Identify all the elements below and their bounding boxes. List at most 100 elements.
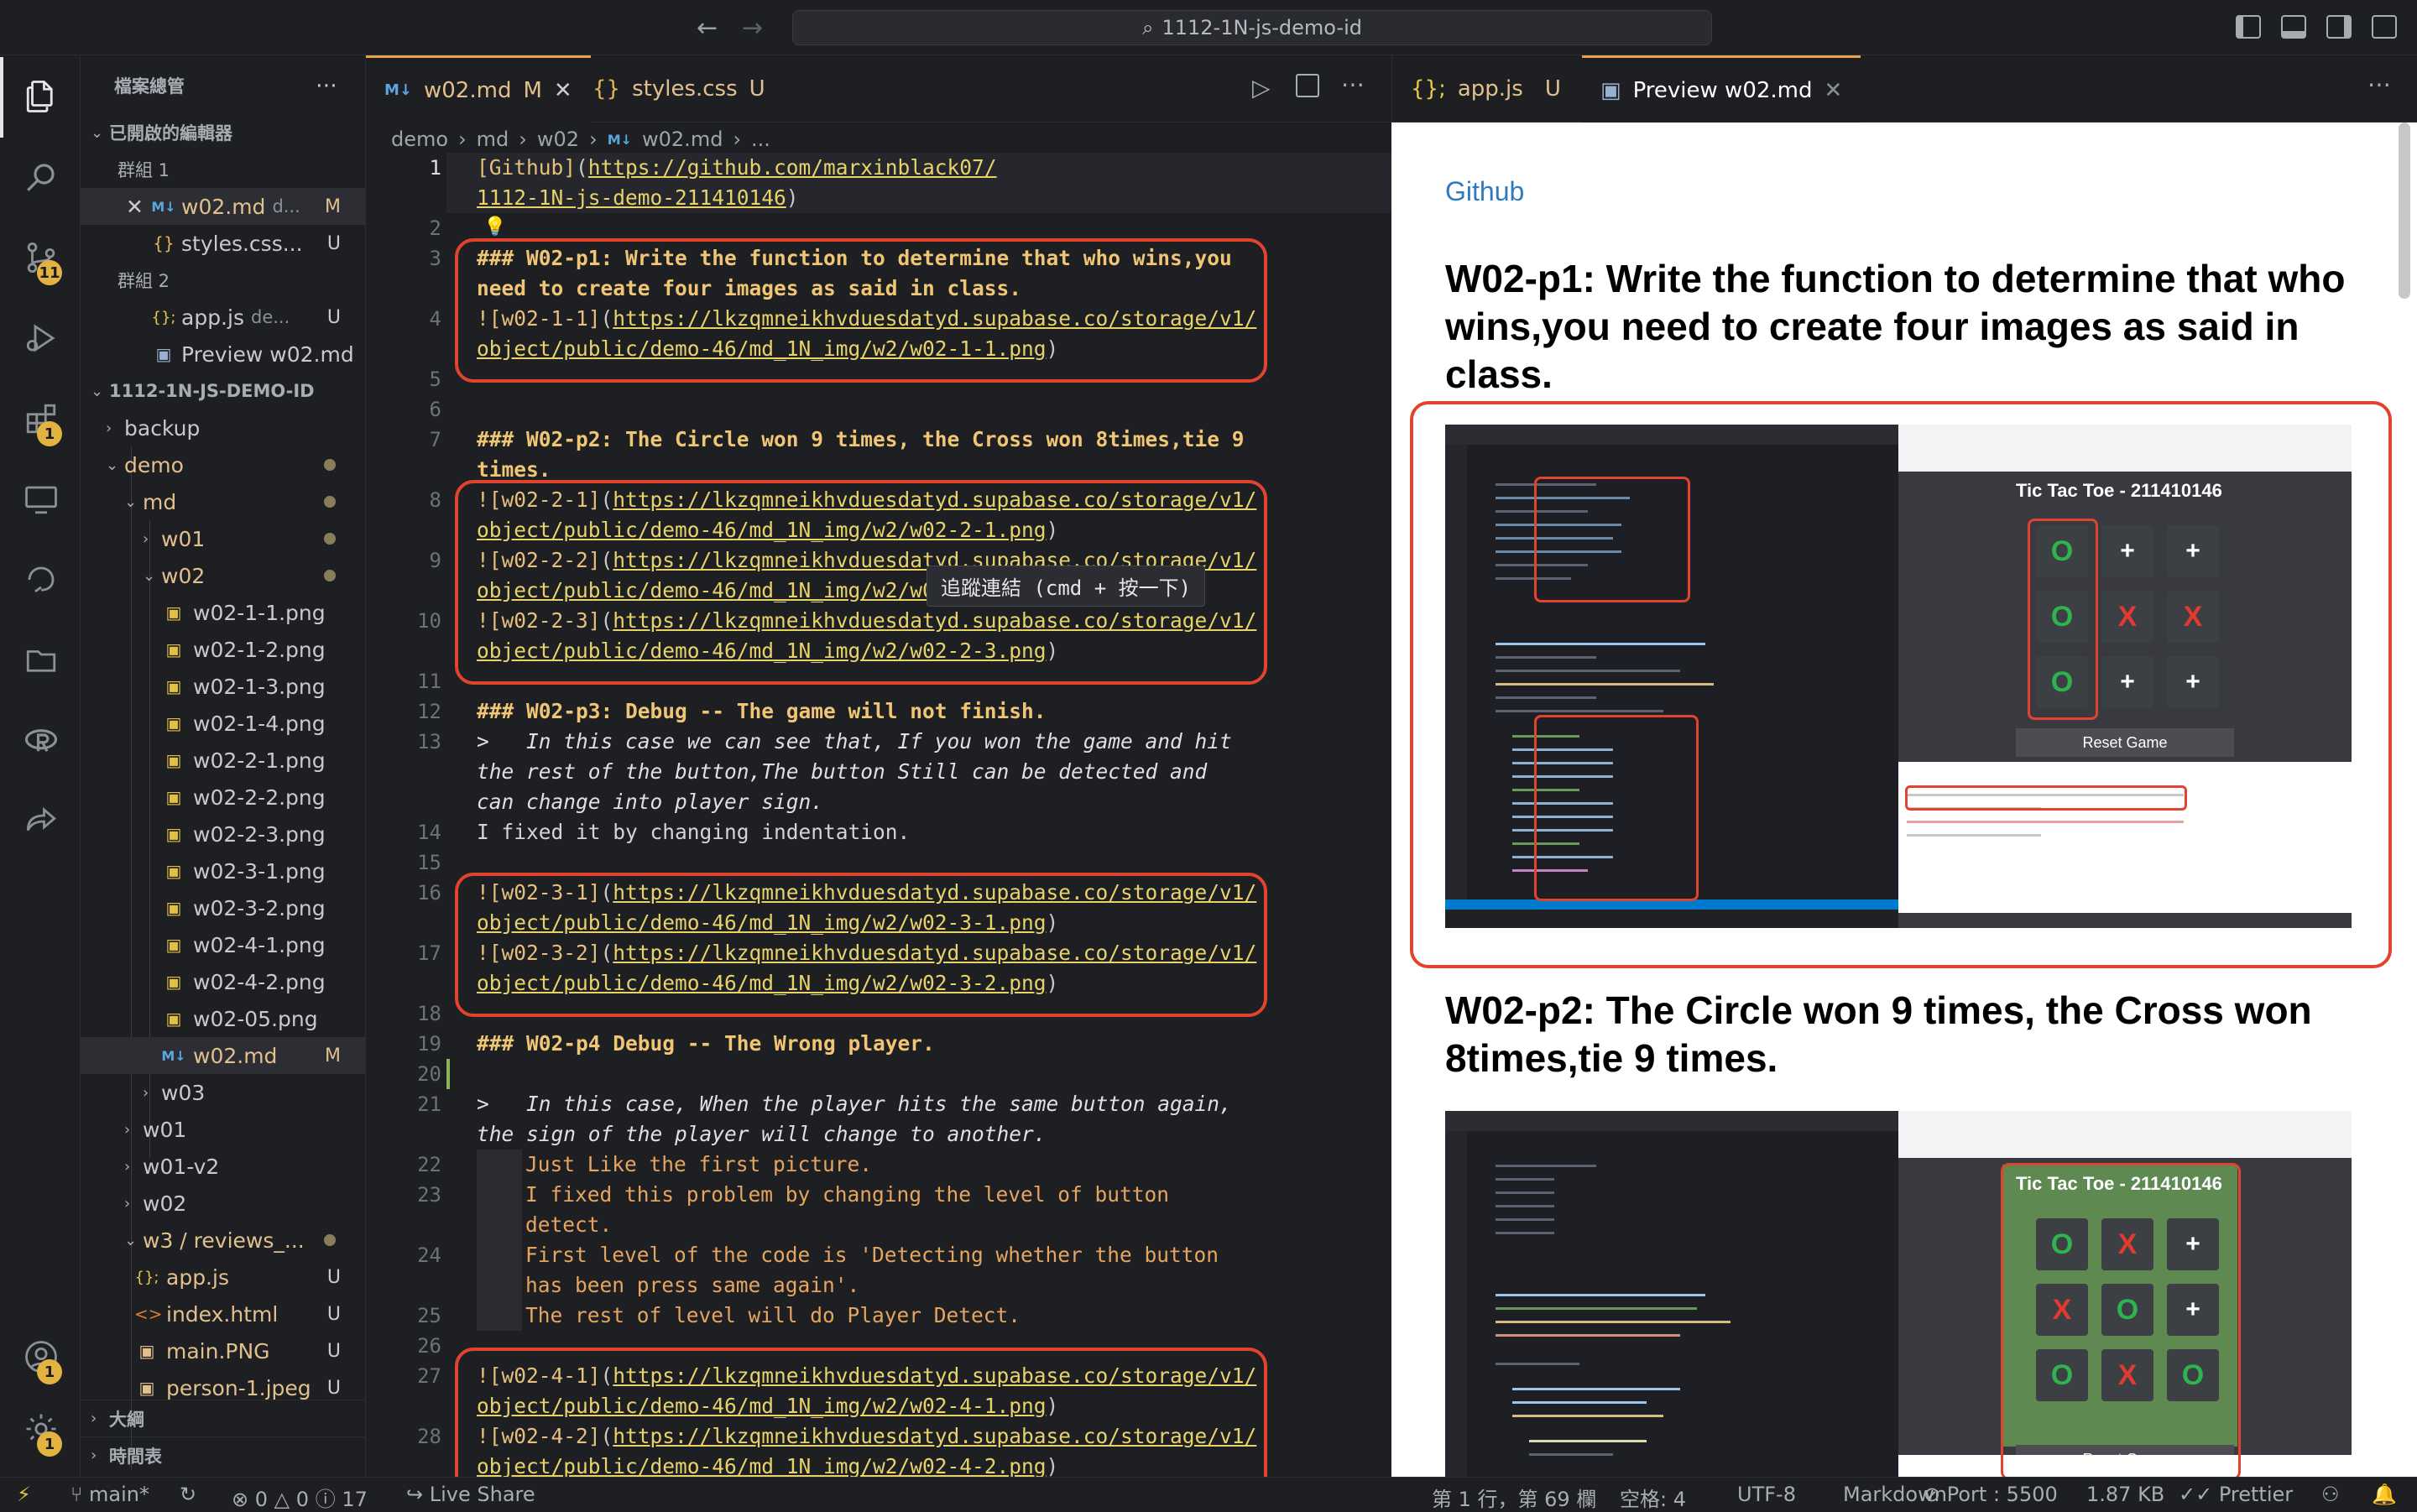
live-share-icon[interactable] xyxy=(23,804,59,839)
tree-folder-w01[interactable]: › w01 xyxy=(81,520,365,557)
tree-folder-demo[interactable]: ⌄ demo xyxy=(81,446,365,483)
search-icon: ⌕ xyxy=(1142,16,1154,39)
chevron-right-icon: › xyxy=(91,1410,97,1427)
tree-file-png[interactable]: ▣ w02-1-2.png xyxy=(81,631,365,668)
code-line: > In this case, When the player hits the… xyxy=(477,1092,1232,1116)
tree-file-png[interactable]: ▣ w02-4-1.png xyxy=(81,926,365,963)
line-number: 26 xyxy=(417,1334,441,1358)
breadcrumb-item[interactable]: w02 xyxy=(537,128,579,151)
code-editor[interactable]: 1 2 3 4 5 6 7 8 9 10 11 12 13 14 15 16 17 18 19 20 21 22 23 24 2… xyxy=(366,153,1391,1477)
run-icon[interactable]: ▷ xyxy=(1252,74,1271,102)
back-arrow-icon[interactable]: ← xyxy=(697,13,718,43)
toggle-secondary-sidebar-icon[interactable] xyxy=(2326,15,2352,39)
accounts-status-icon[interactable]: ⚇ xyxy=(2321,1483,2340,1506)
open-editor-appjs[interactable]: {}; app.js de... U xyxy=(81,299,365,336)
tree-file-png[interactable]: ▣ w02-3-1.png xyxy=(81,852,365,889)
timeline-header[interactable]: › 時間表 xyxy=(81,1436,365,1473)
live-share-button[interactable]: ↪ Live Share xyxy=(406,1483,535,1506)
github-link[interactable]: Github xyxy=(1445,176,1524,207)
toggle-primary-sidebar-icon[interactable] xyxy=(2236,15,2261,39)
tree-file-png[interactable]: ▣ w02-1-3.png xyxy=(81,668,365,705)
explorer-sidebar: 檔案總管 ⋯ ⌄ 已開啟的編輯器 群組 1 ✕ M↓ w02.md d... M… xyxy=(81,55,366,1477)
prettier-indicator[interactable]: ✓✓ Prettier xyxy=(2179,1483,2293,1506)
problems-indicator[interactable]: ⊗ 0 △ 0 ⓘ 17 xyxy=(232,1483,368,1512)
chevron-down-icon: ⌄ xyxy=(143,566,156,585)
tree-folder-w01-b[interactable]: › w01 xyxy=(81,1111,365,1148)
open-editor-preview[interactable]: ▣ Preview w02.md xyxy=(81,336,365,373)
tree-folder-w01-v2[interactable]: › w01-v2 xyxy=(81,1148,365,1185)
tree-file-png[interactable]: ▣ w02-05.png xyxy=(81,1000,365,1037)
tree-file-png[interactable]: ▣ w02-4-2.png xyxy=(81,963,365,1000)
annotation-box xyxy=(2001,1163,2241,1477)
breadcrumb-item[interactable]: ... xyxy=(751,128,770,151)
tree-file-png[interactable]: ▣ w02-2-2.png xyxy=(81,779,365,816)
more-actions-icon[interactable]: ⋯ xyxy=(2367,70,2391,98)
close-icon[interactable]: ✕ xyxy=(126,195,151,219)
close-icon[interactable]: ✕ xyxy=(1824,78,1843,103)
open-editor-styles[interactable]: {} styles.css... U xyxy=(81,225,365,262)
tree-file-png[interactable]: ▣ w02-2-3.png xyxy=(81,816,365,852)
tree-folder-w03[interactable]: › w03 xyxy=(81,1074,365,1111)
tab-styles-css[interactable]: {} styles.css U xyxy=(574,55,784,123)
image-file-icon: ▣ xyxy=(165,1009,182,1029)
cursor-position[interactable]: 第 1 行，第 69 欄 xyxy=(1432,1483,1596,1512)
tab-appjs[interactable]: {}; app.js U xyxy=(1392,55,1579,123)
open-editors-header[interactable]: ⌄ 已開啟的編輯器 xyxy=(81,114,365,151)
tab-preview-w02md[interactable]: ▣ Preview w02.md ✕ xyxy=(1582,55,1861,123)
outline-header[interactable]: › 大綱 xyxy=(81,1400,365,1436)
explorer-icon[interactable] xyxy=(23,79,59,114)
remote-explorer-icon[interactable] xyxy=(23,482,59,517)
command-center-search[interactable]: ⌕ 1112-1N-js-demo-id xyxy=(792,10,1712,45)
notifications-icon[interactable]: 🔔 xyxy=(2372,1483,2397,1506)
image-file-icon: ▣ xyxy=(165,861,182,881)
annotation-box xyxy=(455,1348,1267,1477)
sync-icon[interactable]: ↻ xyxy=(180,1483,196,1506)
tree-file-appjs[interactable]: {}; app.js U xyxy=(81,1259,365,1296)
testing-icon[interactable] xyxy=(23,562,59,597)
open-editor-w02md[interactable]: ✕ M↓ w02.md d... M xyxy=(81,188,365,225)
live-server-port[interactable]: ⊘ Port : 5500 xyxy=(1924,1483,2058,1506)
line-number: 16 xyxy=(417,881,441,905)
more-actions-icon[interactable]: ⋯ xyxy=(1341,70,1365,98)
tree-folder-w02-b[interactable]: › w02 xyxy=(81,1185,365,1222)
line-number: 23 xyxy=(417,1183,441,1207)
encoding[interactable]: UTF-8 xyxy=(1737,1483,1796,1506)
breadcrumb-item[interactable]: md xyxy=(477,128,509,151)
tab-w02md[interactable]: M↓ w02.md M ✕ xyxy=(366,55,591,123)
preview-scrollbar[interactable] xyxy=(2399,123,2410,299)
tree-file-png[interactable]: ▣ w02-1-1.png xyxy=(81,594,365,631)
indent-highlight xyxy=(477,1150,522,1331)
line-number: 24 xyxy=(417,1243,441,1267)
line-number: 4 xyxy=(429,307,441,331)
customize-layout-icon[interactable] xyxy=(2372,15,2397,39)
open-preview-to-side-icon[interactable] xyxy=(1296,74,1319,97)
group-1-label: 群組 1 xyxy=(117,160,170,180)
forward-arrow-icon[interactable]: → xyxy=(742,13,763,43)
tree-folder-md[interactable]: ⌄ md xyxy=(81,483,365,520)
project-header[interactable]: ⌄ 1112-1N-JS-DEMO-ID xyxy=(81,373,365,409)
tree-folder-w02[interactable]: ⌄ w02 xyxy=(81,557,365,594)
tree-file-w02md[interactable]: M↓ w02.md M xyxy=(81,1037,365,1074)
r-language-icon[interactable] xyxy=(23,723,59,759)
tree-file-png[interactable]: ▣ w02-2-1.png xyxy=(81,742,365,779)
search-icon[interactable] xyxy=(23,159,59,195)
folder-icon[interactable] xyxy=(23,643,59,678)
breadcrumb-item[interactable]: w02.md xyxy=(642,128,723,151)
close-icon[interactable]: ✕ xyxy=(554,78,572,103)
tree-folder-backup[interactable]: › backup xyxy=(81,409,365,446)
tree-file-png[interactable]: ▣ w02-3-2.png xyxy=(81,889,365,926)
screenshot-image: Tic Tac Toe - 211410146 OX+XO+OXO Reset … xyxy=(1445,1111,2352,1477)
more-actions-icon[interactable]: ⋯ xyxy=(316,73,337,98)
toggle-panel-icon[interactable] xyxy=(2281,15,2306,39)
remote-icon[interactable]: ⚡ xyxy=(17,1483,31,1506)
lightbulb-icon[interactable]: 💡 xyxy=(483,216,506,237)
branch-indicator[interactable]: ⑂ main* xyxy=(70,1483,149,1506)
indentation[interactable]: 空格: 4 xyxy=(1620,1483,1686,1512)
markdown-preview[interactable]: Github W02-p1: Write the function to det… xyxy=(1391,123,2417,1477)
run-debug-icon[interactable] xyxy=(23,321,59,356)
tree-file-mainpng[interactable]: ▣ main.PNG U xyxy=(81,1332,365,1369)
tree-file-png[interactable]: ▣ w02-1-4.png xyxy=(81,705,365,742)
tree-file-indexhtml[interactable]: <> index.html U xyxy=(81,1296,365,1332)
tree-folder-w3-reviews[interactable]: ⌄ w3 / reviews_... xyxy=(81,1222,365,1259)
breadcrumb-item[interactable]: demo xyxy=(391,128,448,151)
